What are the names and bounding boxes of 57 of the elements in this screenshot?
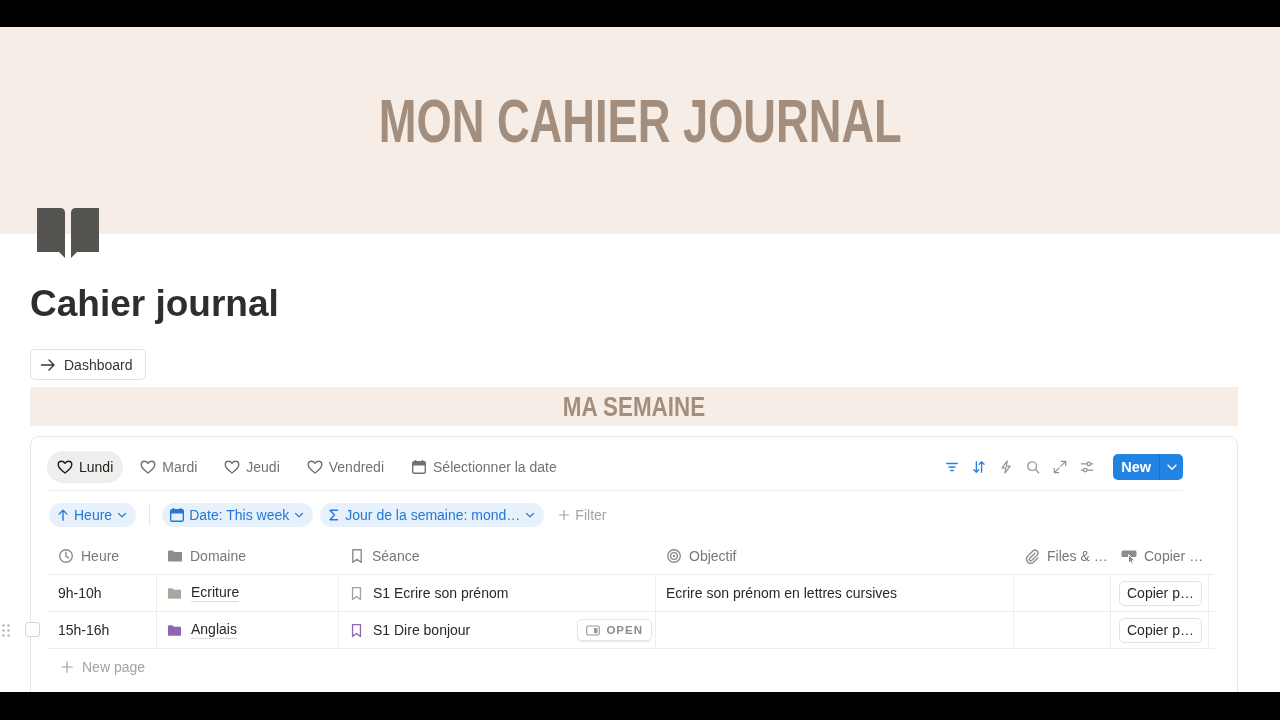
- new-page-button[interactable]: New page: [48, 649, 146, 685]
- view-tab[interactable]: Mardi: [130, 451, 208, 483]
- view-tab[interactable]: Vendredi: [296, 451, 395, 483]
- plus-icon: [60, 660, 74, 674]
- column-header[interactable]: Heure: [48, 538, 157, 574]
- view-tab[interactable]: Lundi: [47, 451, 124, 483]
- lightning-icon[interactable]: [999, 460, 1014, 474]
- folder-icon: [167, 548, 183, 564]
- side-peek-icon: [586, 624, 601, 636]
- new-dropdown-button[interactable]: [1159, 454, 1183, 480]
- table-cell: 15h-16h: [48, 612, 157, 648]
- target-icon: [666, 548, 682, 564]
- copy-button[interactable]: Copier p…: [1119, 580, 1202, 606]
- filter-icon[interactable]: [945, 460, 960, 474]
- view-tab[interactable]: Jeudi: [214, 451, 290, 483]
- page-title-link[interactable]: S1 Ecrire son prénom: [373, 584, 509, 602]
- heart-icon: [140, 459, 157, 475]
- table-cell: 9h-10h: [48, 575, 157, 611]
- up-arrow-icon: [56, 508, 70, 522]
- cover-title: MON CAHIER JOURNAL: [378, 89, 902, 152]
- paperclip-icon: [1024, 548, 1040, 564]
- page-title: Cahier journal: [30, 282, 280, 326]
- row-checkbox[interactable]: [25, 622, 40, 637]
- cursor-click-icon: [1121, 548, 1137, 564]
- page-link[interactable]: Anglais: [191, 621, 237, 639]
- bookmark-icon: [349, 548, 365, 564]
- sliders-icon[interactable]: [1080, 460, 1095, 474]
- copy-button[interactable]: Copier p…: [1119, 617, 1202, 643]
- view-tab[interactable]: Sélectionner la date: [401, 451, 567, 483]
- search-icon[interactable]: [1026, 460, 1041, 474]
- heart-icon: [57, 459, 73, 475]
- filter-chip[interactable]: Heure: [49, 503, 137, 527]
- column-header[interactable]: Files & …: [1014, 538, 1111, 574]
- section-title: MA SEMAINE: [562, 392, 706, 421]
- book-icon: [37, 208, 99, 258]
- heart-icon: [306, 459, 323, 475]
- column-header[interactable]: Domaine: [157, 538, 339, 574]
- clock-icon: [58, 548, 74, 564]
- calendar-icon: [169, 507, 186, 523]
- expand-icon[interactable]: [1053, 460, 1068, 474]
- dashboard-link[interactable]: Dashboard: [30, 349, 146, 380]
- page-title-link[interactable]: S1 Dire bonjour: [373, 621, 471, 639]
- heart-icon: [224, 459, 241, 475]
- column-header[interactable]: Copier …: [1111, 538, 1209, 574]
- page-link[interactable]: Ecriture: [191, 584, 240, 602]
- table-cell: Ecrire son prénom en lettres cursives: [656, 575, 1014, 611]
- filter-chip[interactable]: Jour de la semaine: mond…: [320, 503, 545, 527]
- column-header[interactable]: Objectif: [656, 538, 1014, 574]
- filter-chip[interactable]: Date: This week: [162, 503, 314, 527]
- column-header[interactable]: Séance: [339, 538, 656, 574]
- new-button[interactable]: New: [1113, 454, 1159, 480]
- calendar-icon: [411, 459, 428, 475]
- add-filter-button[interactable]: Filter: [554, 507, 611, 523]
- drag-handle-icon[interactable]: [1, 623, 11, 638]
- open-button[interactable]: OPEN: [577, 619, 652, 641]
- sort-icon[interactable]: [972, 460, 987, 474]
- plus-icon: [558, 509, 571, 521]
